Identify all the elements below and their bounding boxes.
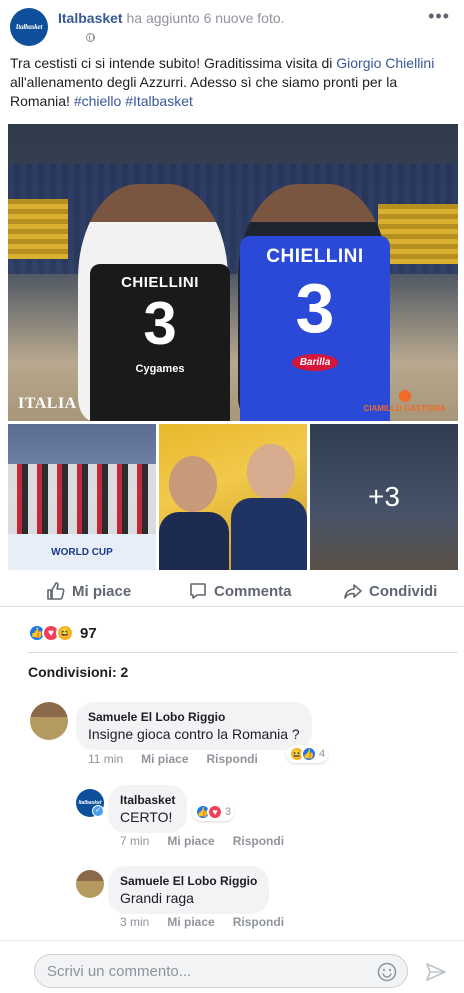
- reply-meta: 3 min Mi piace Rispondi: [120, 915, 284, 929]
- comment-meta: 11 min Mi piace Rispondi: [88, 752, 258, 766]
- reply-time[interactable]: 3 min: [120, 915, 149, 929]
- reaction-count: 97: [80, 624, 97, 642]
- comment-reply-link[interactable]: Rispondi: [207, 752, 258, 766]
- comment-composer: [0, 940, 464, 993]
- suit-left: [159, 512, 229, 570]
- comment-author[interactable]: Samuele El Lobo Riggio: [88, 710, 300, 724]
- photo-more[interactable]: +3: [310, 424, 458, 570]
- face-left: [169, 456, 217, 512]
- comment-input[interactable]: [34, 954, 408, 988]
- reply-reply-link[interactable]: Rispondi: [233, 915, 284, 929]
- hashtag-italbasket[interactable]: #Italbasket: [125, 93, 193, 109]
- photo-main[interactable]: CHIELLINI 3 Cygames CHIELLINI 3 Barilla …: [8, 124, 458, 421]
- reply-reactions[interactable]: 👍 ♥ 3: [192, 803, 235, 821]
- comment-reaction-count: 4: [319, 748, 326, 760]
- post-text: Tra cestisti ci si intende subito! Gradi…: [10, 54, 454, 111]
- photo-team[interactable]: WORLD CUP: [8, 424, 156, 570]
- jersey-blue-sponsor: Barilla: [291, 354, 339, 371]
- jersey-black-sponsor: Cygames: [135, 363, 185, 375]
- like-button[interactable]: Mi piace: [46, 579, 131, 603]
- arena-seats-right: [378, 204, 458, 264]
- like-reaction-icon: 👍: [301, 746, 317, 762]
- comment-reactions[interactable]: 😆 👍 4: [286, 745, 329, 763]
- thumbs-up-icon: [47, 582, 65, 600]
- more-options-icon[interactable]: •••: [428, 6, 450, 27]
- share-button[interactable]: Condividi: [343, 579, 437, 603]
- comment-button-label: Commenta: [214, 582, 292, 600]
- jersey-black-number: 3: [143, 290, 177, 357]
- reply-author[interactable]: Samuele El Lobo Riggio: [120, 874, 257, 888]
- comment-like-link[interactable]: Mi piace: [141, 752, 188, 766]
- page-name-link[interactable]: Italbasket: [58, 10, 123, 26]
- send-icon[interactable]: [425, 961, 447, 983]
- comment-text: Insigne gioca contro la Romania ?: [88, 726, 300, 742]
- globe-icon: [86, 33, 95, 42]
- photo-count-link[interactable]: 6 nuove foto: [204, 10, 281, 26]
- photo-handshake[interactable]: [159, 424, 307, 570]
- team-players: [8, 464, 156, 534]
- page-avatar[interactable]: Italbasket: [10, 8, 48, 46]
- reply-reaction-count: 3: [225, 806, 232, 818]
- watermark-ciamillo-text: CIAMILLO CASTORIA: [363, 404, 446, 413]
- shares-count[interactable]: Condivisioni: 2: [28, 664, 128, 680]
- more-photos-overlay: +3: [310, 424, 458, 570]
- reply-text: CERTO!: [120, 809, 173, 825]
- jersey-blue-number: 3: [295, 269, 335, 347]
- face-right: [247, 444, 295, 500]
- reply-bubble: Samuele El Lobo Riggio Grandi raga: [108, 866, 270, 914]
- post-action-text: ha aggiunto: [126, 10, 200, 26]
- verified-badge-icon: ✓: [92, 805, 104, 817]
- reply-meta: 7 min Mi piace Rispondi: [120, 834, 284, 848]
- reply-bubble: Italbasket CERTO!: [108, 785, 188, 833]
- suit-right: [231, 498, 307, 570]
- reply-time[interactable]: 7 min: [120, 834, 149, 848]
- like-button-label: Mi piace: [72, 582, 132, 600]
- reactions-divider: [28, 652, 458, 653]
- reply-avatar[interactable]: [76, 870, 104, 898]
- ciamillo-logo-icon: [398, 390, 411, 402]
- photo-grid: CHIELLINI 3 Cygames CHIELLINI 3 Barilla …: [8, 124, 458, 570]
- reply-like-link[interactable]: Mi piace: [167, 915, 214, 929]
- watermark-italia: ITALIA: [18, 395, 77, 412]
- post-header-line: Italbasket ha aggiunto 6 nuove foto.: [58, 10, 285, 26]
- reply-author[interactable]: Italbasket: [120, 793, 175, 807]
- jersey-black: CHIELLINI 3 Cygames: [90, 264, 230, 421]
- commenter-avatar[interactable]: [30, 702, 68, 740]
- share-button-label: Condividi: [369, 582, 438, 600]
- mention-link[interactable]: Giorgio Chiellini: [336, 55, 434, 71]
- share-arrow-icon: [344, 584, 362, 599]
- hashtag-chiello[interactable]: #chiello: [74, 93, 121, 109]
- emoji-icon[interactable]: [377, 962, 397, 982]
- reply-like-link[interactable]: Mi piace: [167, 834, 214, 848]
- reactions-summary[interactable]: 👍 ♥ 😆 97: [28, 622, 97, 644]
- header-period: .: [280, 10, 285, 26]
- arena-seats-left: [8, 199, 68, 259]
- post-header: Italbasket Italbasket ha aggiunto 6 nuov…: [0, 0, 464, 52]
- jersey-blue-name: CHIELLINI: [266, 246, 364, 267]
- world-cup-banner: WORLD CUP: [8, 534, 156, 570]
- reply-text: Grandi raga: [120, 890, 194, 906]
- love-reaction-icon: ♥: [207, 804, 223, 820]
- reply-reply-link[interactable]: Rispondi: [233, 834, 284, 848]
- comment-button[interactable]: Commenta: [188, 579, 292, 603]
- haha-reaction-icon: 😆: [56, 624, 74, 642]
- comment-time[interactable]: 11 min: [88, 752, 123, 766]
- post-text-part-1: Tra cestisti ci si intende subito! Gradi…: [10, 55, 337, 71]
- watermark-ciamillo: CIAMILLO CASTORIA: [363, 390, 446, 413]
- comment-bubble: Samuele El Lobo Riggio Insigne gioca con…: [76, 702, 312, 750]
- page-avatar-logo: Italbasket: [15, 23, 43, 31]
- comment-icon: [190, 583, 206, 599]
- post-text-part-2: all'allenamento degli Azzurri. Adesso sì…: [10, 74, 398, 109]
- action-bar: Mi piace Commenta Condividi: [0, 575, 464, 607]
- jersey-black-name: CHIELLINI: [121, 274, 199, 291]
